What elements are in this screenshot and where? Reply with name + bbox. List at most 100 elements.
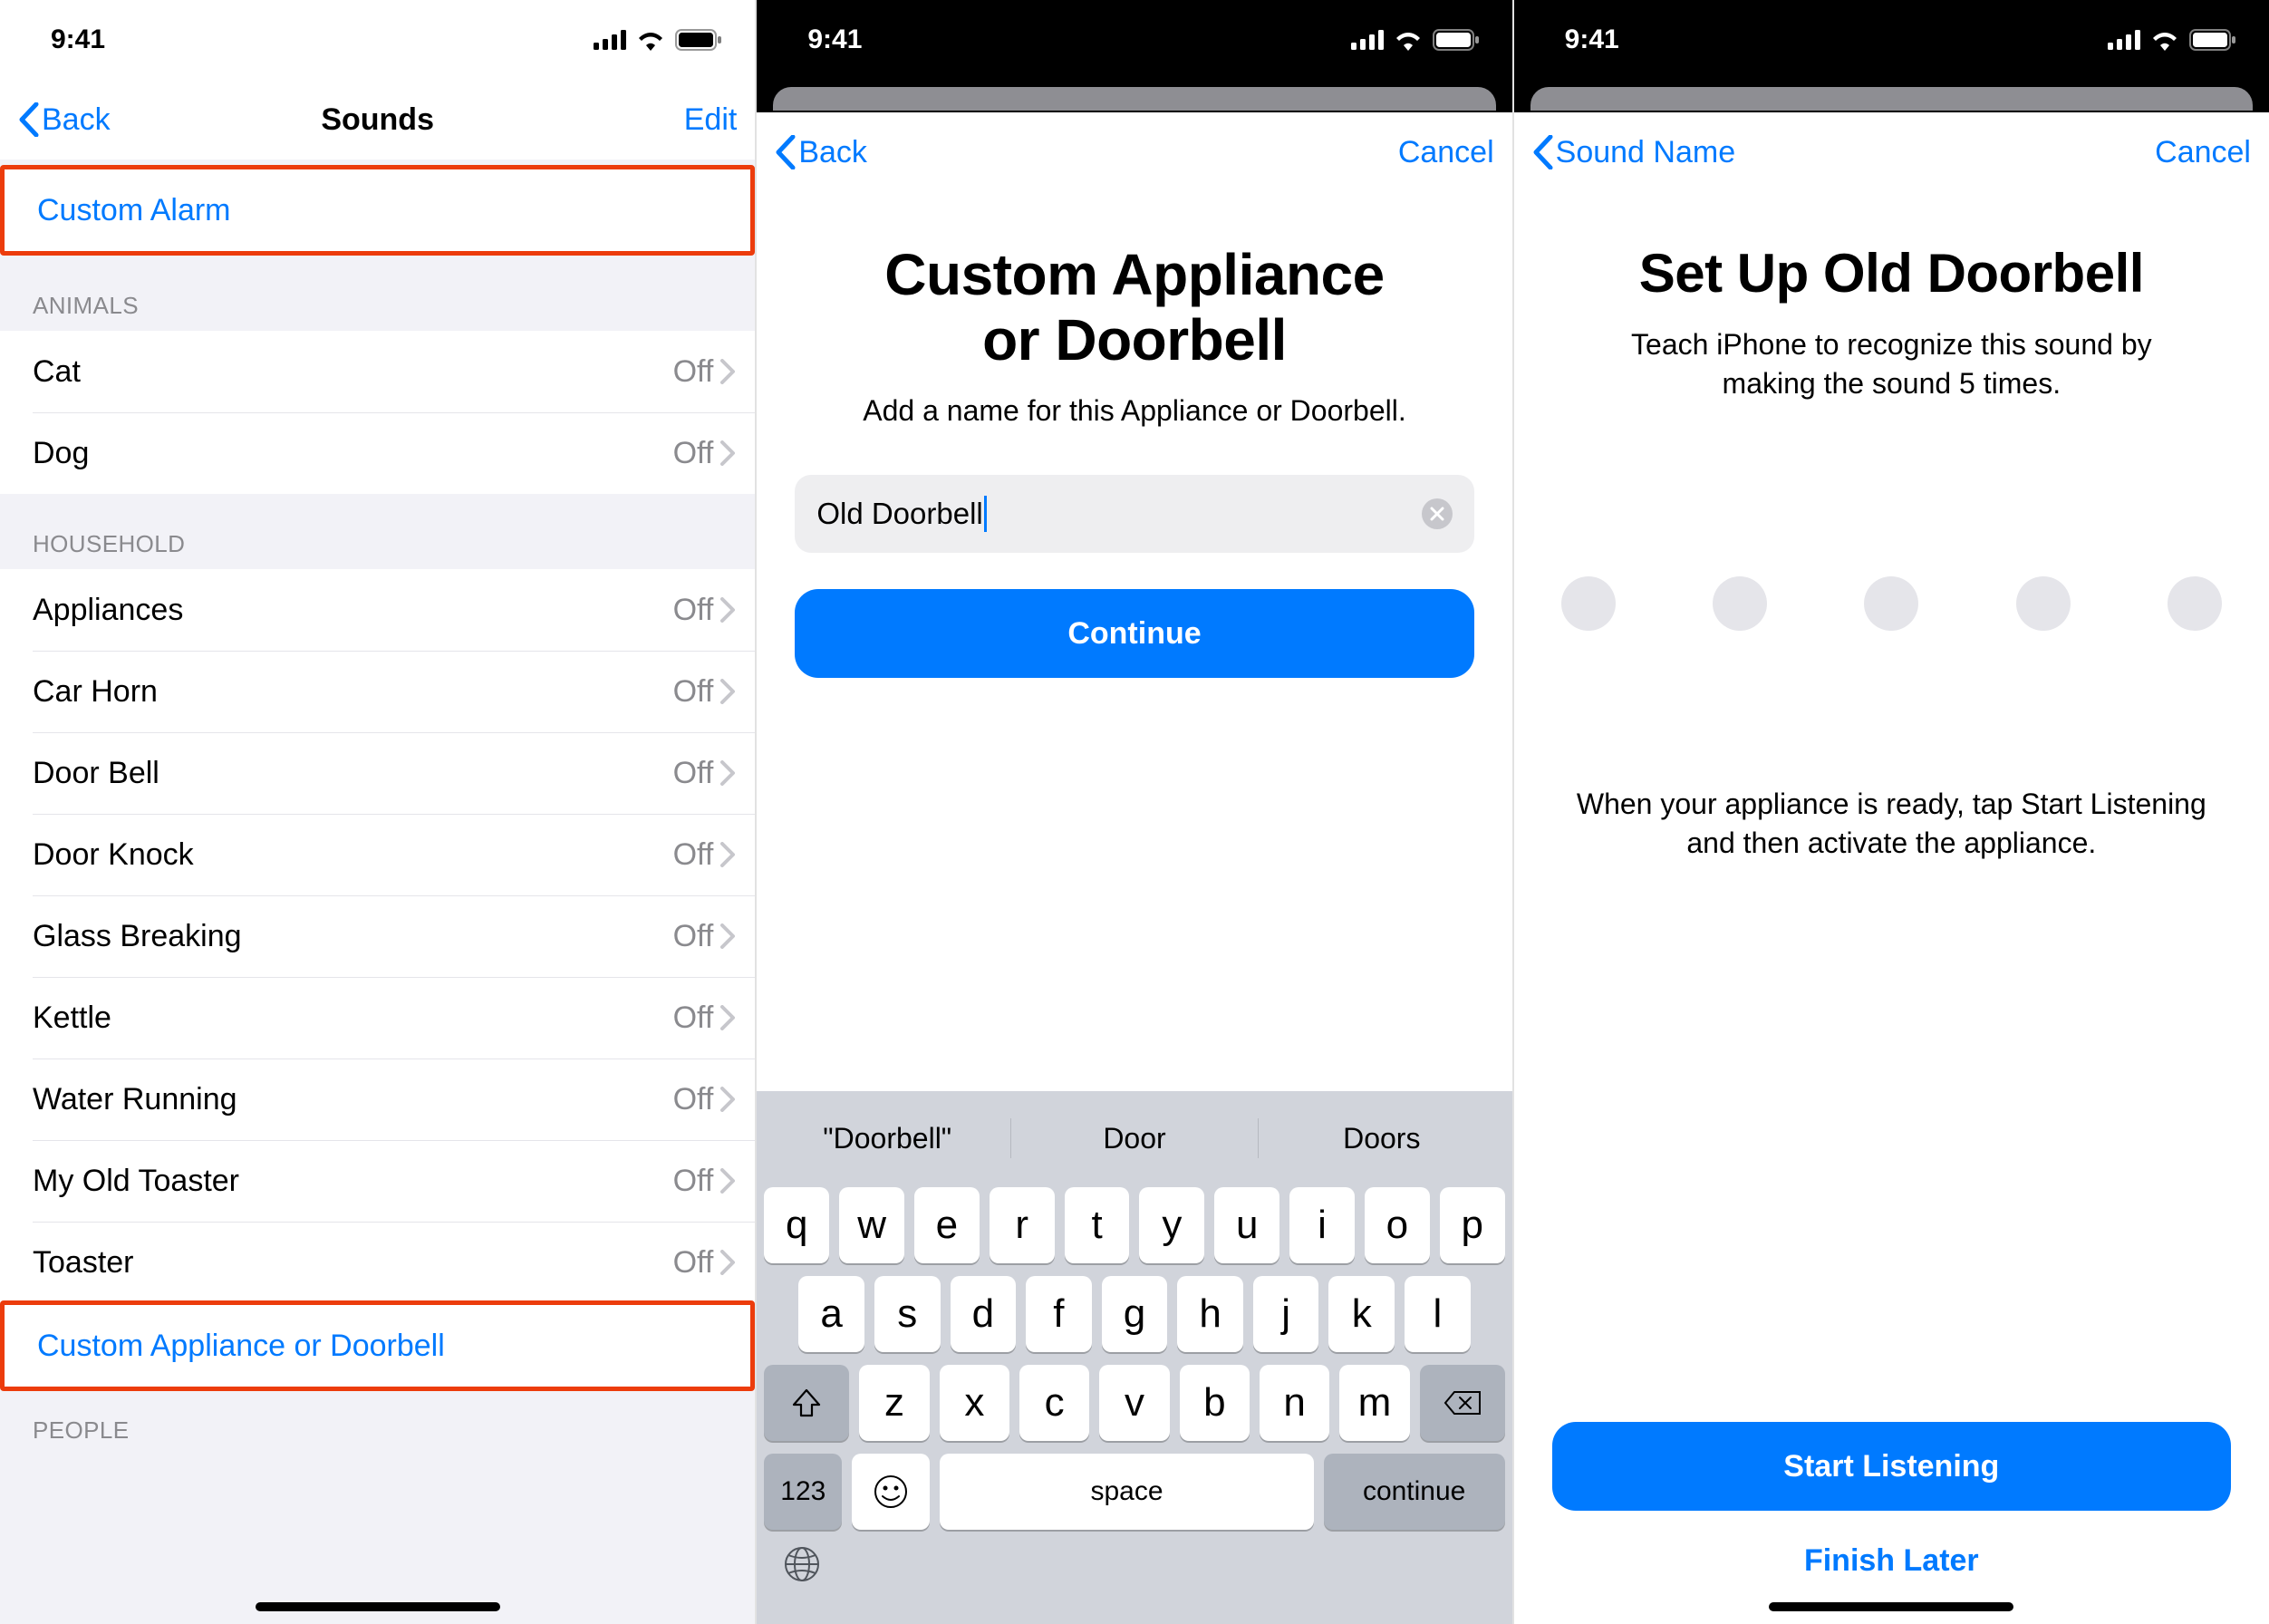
progress-dot (1864, 576, 1918, 631)
key-r[interactable]: r (990, 1187, 1055, 1263)
cell-label: Appliances (33, 593, 183, 628)
suggestion[interactable]: Doors (1259, 1122, 1505, 1155)
key-z[interactable]: z (859, 1365, 929, 1441)
key-emoji[interactable] (852, 1454, 930, 1530)
sound-cell-car-horn[interactable]: Car HornOff (0, 651, 755, 732)
back-label: Back (42, 102, 111, 138)
key-j[interactable]: j (1253, 1276, 1319, 1352)
cancel-button[interactable]: Cancel (1398, 135, 1494, 170)
edit-button[interactable]: Edit (684, 102, 738, 138)
home-indicator[interactable] (1769, 1602, 2013, 1611)
cell-label: Door Bell (33, 756, 159, 791)
key-u[interactable]: u (1214, 1187, 1279, 1263)
sound-cell-water-running[interactable]: Water RunningOff (0, 1058, 755, 1140)
sound-cell-door-knock[interactable]: Door KnockOff (0, 814, 755, 895)
status-icons (1351, 29, 1480, 51)
cell-label: Car Horn (33, 674, 158, 710)
key-k[interactable]: k (1328, 1276, 1395, 1352)
start-listening-button[interactable]: Start Listening (1552, 1422, 2231, 1511)
key-o[interactable]: o (1365, 1187, 1430, 1263)
chevron-right-icon (720, 760, 735, 786)
key-m[interactable]: m (1339, 1365, 1409, 1441)
custom-appliance-cell[interactable]: Custom Appliance or Doorbell (5, 1305, 750, 1387)
key-c[interactable]: c (1019, 1365, 1089, 1441)
custom-alarm-cell[interactable]: Custom Alarm (5, 169, 750, 251)
progress-dot (1561, 576, 1616, 631)
key-b[interactable]: b (1180, 1365, 1250, 1441)
chevron-right-icon (720, 1168, 735, 1194)
wifi-icon (2149, 29, 2180, 51)
key-globe[interactable] (782, 1544, 1504, 1593)
name-input[interactable]: Old Doorbell (795, 475, 1473, 553)
key-q[interactable]: q (764, 1187, 829, 1263)
back-button[interactable]: Sound Name (1532, 135, 1735, 170)
chevron-right-icon (720, 597, 735, 623)
back-label: Sound Name (1556, 135, 1735, 170)
sound-cell-door-bell[interactable]: Door BellOff (0, 732, 755, 814)
cell-status: Off (673, 837, 714, 873)
key-h[interactable]: h (1177, 1276, 1243, 1352)
key-i[interactable]: i (1289, 1187, 1355, 1263)
key-continue[interactable]: continue (1324, 1454, 1505, 1530)
status-bar: 9:41 (757, 0, 1511, 80)
key-v[interactable]: v (1099, 1365, 1169, 1441)
key-y[interactable]: y (1139, 1187, 1204, 1263)
key-backspace[interactable] (1420, 1365, 1505, 1441)
instruction-text: When your appliance is ready, tap Start … (1552, 785, 2231, 863)
sound-cell-toaster[interactable]: ToasterOff (0, 1222, 755, 1303)
status-time: 9:41 (1565, 24, 1619, 55)
household-group: AppliancesOff Car HornOff Door BellOff D… (0, 569, 755, 1303)
key-space[interactable]: space (940, 1454, 1313, 1530)
animals-header: ANIMALS (0, 256, 755, 331)
name-input-value: Old Doorbell (816, 497, 982, 531)
cellular-icon (1351, 30, 1384, 50)
key-l[interactable]: l (1405, 1276, 1471, 1352)
key-t[interactable]: t (1065, 1187, 1130, 1263)
clear-button[interactable] (1422, 498, 1453, 529)
status-time: 9:41 (51, 24, 105, 55)
cell-label: Toaster (33, 1245, 134, 1281)
cell-status: Off (673, 436, 714, 471)
key-f[interactable]: f (1026, 1276, 1092, 1352)
cell-status: Off (673, 593, 714, 628)
cancel-button[interactable]: Cancel (2155, 135, 2251, 170)
battery-icon (675, 29, 722, 51)
home-indicator[interactable] (256, 1602, 500, 1611)
chevron-right-icon (720, 359, 735, 384)
sound-cell-dog[interactable]: Dog Off (0, 412, 755, 494)
chevron-right-icon (720, 440, 735, 466)
sounds-list: Custom Alarm ANIMALS Cat Off Dog Off HOU… (0, 160, 755, 1624)
key-numbers[interactable]: 123 (764, 1454, 842, 1530)
key-s[interactable]: s (874, 1276, 941, 1352)
progress-dot (1713, 576, 1767, 631)
suggestion[interactable]: Door (1011, 1122, 1258, 1155)
back-button[interactable]: Back (775, 135, 867, 170)
key-a[interactable]: a (798, 1276, 864, 1352)
cell-status: Off (673, 1164, 714, 1199)
sound-cell-appliances[interactable]: Appliances Off (0, 569, 755, 651)
nav-bar: Back Sounds Edit (0, 80, 755, 160)
key-shift[interactable] (764, 1365, 849, 1441)
key-e[interactable]: e (914, 1187, 980, 1263)
finish-later-button[interactable]: Finish Later (1552, 1543, 2231, 1579)
cell-label: Cat (33, 354, 81, 390)
progress-dots (1552, 576, 2231, 631)
sound-cell-glass-breaking[interactable]: Glass BreakingOff (0, 895, 755, 977)
sheet-peek (773, 87, 1495, 111)
key-n[interactable]: n (1260, 1365, 1329, 1441)
sound-cell-cat[interactable]: Cat Off (0, 331, 755, 412)
key-w[interactable]: w (839, 1187, 904, 1263)
continue-button[interactable]: Continue (795, 589, 1473, 678)
cancel-label: Cancel (2155, 135, 2251, 170)
sound-cell-my-old-toaster[interactable]: My Old ToasterOff (0, 1140, 755, 1222)
sound-cell-kettle[interactable]: KettleOff (0, 977, 755, 1058)
chevron-right-icon (720, 923, 735, 949)
suggestion[interactable]: "Doorbell" (764, 1122, 1010, 1155)
key-p[interactable]: p (1440, 1187, 1505, 1263)
page-title: Custom Appliance or Doorbell (795, 243, 1473, 372)
key-d[interactable]: d (951, 1276, 1017, 1352)
back-button[interactable]: Back (18, 102, 111, 138)
key-x[interactable]: x (940, 1365, 1009, 1441)
keyboard-row-4: 123 space continue (764, 1454, 1504, 1530)
key-g[interactable]: g (1102, 1276, 1168, 1352)
